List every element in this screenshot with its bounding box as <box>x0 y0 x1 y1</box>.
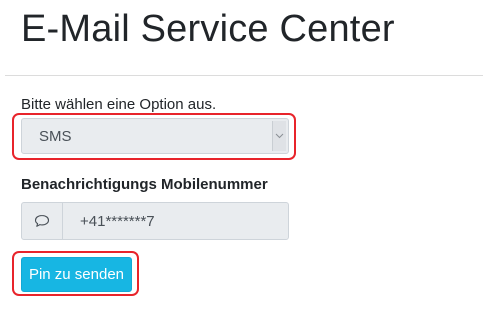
page-title: E-Mail Service Center <box>21 8 395 50</box>
option-select[interactable]: SMS <box>21 118 289 154</box>
speech-bubble-icon <box>34 214 50 227</box>
select-dropdown-toggle[interactable] <box>272 121 286 151</box>
chevron-down-icon <box>275 133 284 139</box>
mobile-number-group <box>21 202 289 240</box>
option-select-value: SMS <box>39 128 72 145</box>
mobile-number-label: Benachrichtigungs Mobilenummer <box>21 176 268 193</box>
option-label: Bitte wählen eine Option aus. <box>21 96 217 113</box>
header-divider <box>5 75 483 76</box>
mobile-number-field[interactable] <box>63 203 288 239</box>
mobile-number-addon <box>22 203 63 239</box>
send-pin-button[interactable]: Pin zu senden <box>21 257 132 292</box>
